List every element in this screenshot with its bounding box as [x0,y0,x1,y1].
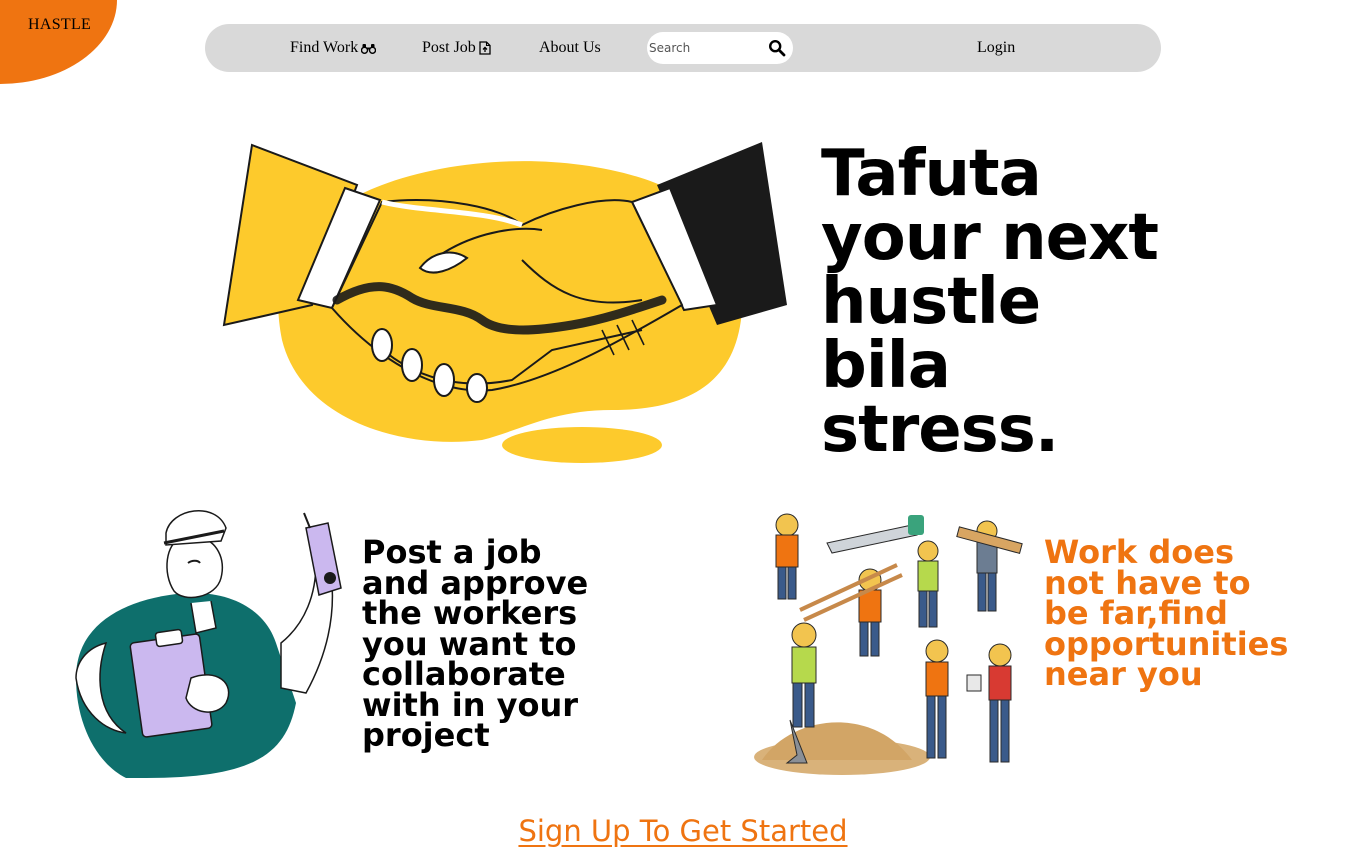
nav-find-work-label: Find Work [290,39,359,56]
nav-login-label: Login [977,39,1016,56]
top-navbar: Find Work Post Job About Us Login [205,24,1161,72]
handshake-illustration [222,142,787,463]
nav-find-work[interactable]: Find Work [290,39,377,57]
hero-headline: Tafuta your next hustle bila stress. [821,142,1181,462]
crew-worker [925,639,949,759]
crew-worker [988,643,1012,763]
hero-line: hustle [821,265,1041,339]
search-box [647,32,793,64]
post-line: collaborate [362,655,566,693]
nav-post-job-label: Post Job [422,39,476,56]
binoculars-icon [361,43,377,54]
nav-post-job[interactable]: Post Job [422,39,491,57]
brand-name: HASTLE [28,16,92,33]
post-line: the workers [362,594,578,632]
signup-link[interactable]: Sign Up To Get Started [518,814,847,848]
nav-about-us-label: About Us [539,39,601,56]
construction-crew-illustration [754,513,1023,775]
file-upload-icon [479,41,491,55]
hero-line: Tafuta [821,137,1042,211]
post-line: project [362,716,490,754]
crew-worker [917,540,939,628]
nav-login[interactable]: Login [977,39,1015,57]
crew-worker [791,622,817,728]
search-input[interactable] [649,39,761,57]
nav-about-us[interactable]: About Us [539,39,601,57]
search-icon[interactable] [768,39,786,57]
crew-worker [775,513,799,600]
hero-line: bila [821,329,951,403]
post-job-description: Post a job and approve the workers you w… [362,533,622,754]
hero-line: your next [821,201,1159,275]
worker-with-clipboard-illustration [75,510,342,778]
find-work-description: Work does not have to be far,find opport… [1044,533,1344,693]
signup-section: Sign Up To Get Started [0,814,1366,848]
post-line: Post a job [362,533,542,571]
work-line: near you [1044,655,1203,693]
work-line: be far,find [1044,594,1228,632]
brand-logo[interactable]: HASTLE [0,0,117,84]
hero-line: stress. [821,393,1059,467]
work-line: Work does [1044,533,1234,571]
